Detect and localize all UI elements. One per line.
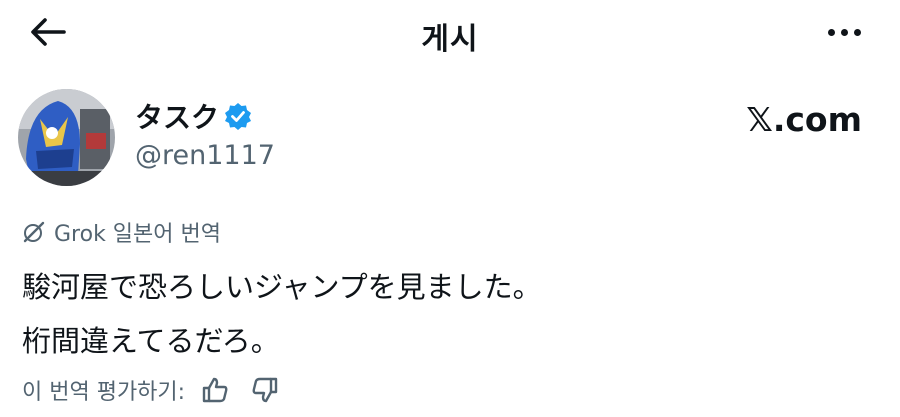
page-title: 게시 (421, 22, 479, 57)
verified-badge-icon (225, 103, 251, 130)
rate-good-button[interactable] (195, 373, 235, 407)
thumbs-down-icon (252, 377, 278, 403)
user-handle[interactable]: @ren1117 (135, 140, 275, 171)
avatar-image (18, 89, 115, 186)
post-text-line: 桁間違えてるだろ。 (22, 324, 280, 358)
brand-label: 𝕏.com (746, 100, 862, 139)
more-options-button[interactable] (816, 12, 872, 52)
translation-rating: 이 번역 평가하기: (22, 373, 285, 407)
thumbs-up-icon (202, 377, 228, 403)
post-text-line: 駿河屋で恐ろしいジャンプを見ました。 (22, 270, 542, 304)
avatar[interactable] (18, 89, 115, 186)
top-bar: 게시 (0, 0, 900, 64)
translation-source: Grok 일본어 번역 (22, 216, 221, 248)
rate-bad-button[interactable] (245, 373, 285, 407)
grok-icon (23, 221, 45, 243)
translation-label: Grok 일본어 번역 (54, 222, 221, 247)
rating-label: 이 번역 평가하기: (22, 380, 186, 405)
display-name[interactable]: タスク (135, 96, 219, 136)
more-horizontal-icon (827, 28, 835, 36)
